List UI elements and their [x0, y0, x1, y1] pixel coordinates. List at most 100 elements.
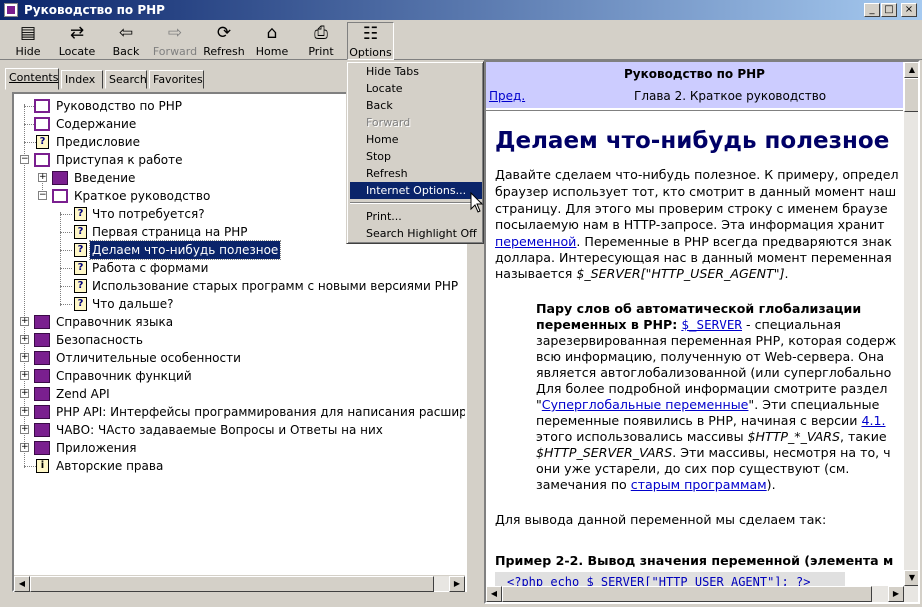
tree-item[interactable]: ? Использование старых программ с новыми…: [14, 277, 464, 295]
minimize-button[interactable]: _: [864, 3, 880, 17]
expand-icon[interactable]: +: [20, 407, 29, 416]
menu-item-search-highlight-off[interactable]: Search Highlight Off: [350, 225, 482, 242]
tree-item[interactable]: + Отличительные особенности: [14, 349, 464, 367]
scroll-right-icon[interactable]: ▶: [449, 576, 465, 592]
prev-link[interactable]: Пред.: [489, 89, 525, 103]
help-page-icon: ?: [74, 297, 87, 311]
content-vertical-scrollbar[interactable]: ▲ ▼: [904, 62, 918, 602]
book-closed-icon: [34, 423, 50, 437]
tree-item[interactable]: + Приложения: [14, 439, 464, 457]
server-link[interactable]: $_SERVER: [681, 317, 742, 332]
tree-item[interactable]: ? Что дальше?: [14, 295, 464, 313]
expand-icon[interactable]: +: [20, 425, 29, 434]
version-link[interactable]: 4.1.: [861, 413, 885, 428]
tree-item[interactable]: + ЧАВО: ЧАсто задаваемые Вопросы и Ответ…: [14, 421, 464, 439]
menu-item-stop[interactable]: Stop: [350, 148, 482, 165]
menu-item-refresh[interactable]: Refresh: [350, 165, 482, 182]
page-navigation-header: Руководство по PHP Пред. Глава 2. Кратко…: [486, 62, 903, 108]
scroll-up-icon[interactable]: ▲: [904, 62, 918, 78]
note-line: $HTTP_SERVER_VARS. Эти массивы, несмотря…: [536, 445, 891, 460]
collapse-icon[interactable]: −: [20, 155, 29, 164]
code-block: <?php echo $_SERVER["HTTP_USER_AGENT"]; …: [495, 572, 845, 586]
home-button[interactable]: ⌂ Home: [254, 22, 290, 60]
expand-icon[interactable]: +: [38, 173, 47, 182]
tree-item[interactable]: ? Работа с формами: [14, 259, 464, 277]
close-button[interactable]: ×: [901, 3, 917, 17]
menu-item-locate[interactable]: Locate: [350, 80, 482, 97]
scroll-left-icon[interactable]: ◀: [14, 576, 30, 592]
tree-item[interactable]: + Справочник функций: [14, 367, 464, 385]
scroll-right-icon[interactable]: ▶: [888, 586, 904, 602]
tab-contents[interactable]: Contents: [5, 68, 59, 90]
scroll-left-icon[interactable]: ◀: [486, 586, 502, 602]
info-page-icon: i: [36, 459, 49, 473]
tree-horizontal-scrollbar[interactable]: ◀ ▶: [14, 575, 465, 592]
book-open-icon: [34, 153, 50, 167]
expand-icon[interactable]: +: [20, 443, 29, 452]
tree-item[interactable]: + Безопасность: [14, 331, 464, 349]
expand-icon[interactable]: +: [20, 371, 29, 380]
scroll-thumb[interactable]: [30, 576, 434, 592]
note-line: зарезервированная переменная PHP, котора…: [536, 333, 897, 348]
content-horizontal-scrollbar[interactable]: ◀ ▶: [486, 586, 904, 602]
tree-item[interactable]: + Zend API: [14, 385, 464, 403]
paragraph-line: посылаемую нам в HTTP-запросе. Эта инфор…: [495, 217, 885, 232]
menu-item-internet-options[interactable]: Internet Options...: [350, 182, 482, 199]
paragraph-line: доллара. Интересующая нас в данный момен…: [495, 250, 892, 265]
book-closed-icon: [34, 387, 50, 401]
note-heading: Пару слов об автоматической глобализации: [536, 301, 862, 316]
tab-search[interactable]: Search: [105, 70, 147, 89]
expand-icon[interactable]: +: [20, 353, 29, 362]
tree-item[interactable]: + PHP API: Интерфейсы программирования д…: [14, 403, 465, 421]
book-closed-icon: [34, 441, 50, 455]
scroll-thumb[interactable]: [904, 78, 918, 112]
old-programs-link[interactable]: старым программам: [631, 477, 767, 492]
menu-item-print[interactable]: Print...: [350, 208, 482, 225]
paragraph-line: называется $_SERVER["HTTP_USER_AGENT"].: [495, 266, 789, 281]
scroll-thumb[interactable]: [502, 586, 872, 602]
tree-item[interactable]: + Справочник языка: [14, 313, 464, 331]
expand-icon[interactable]: +: [20, 335, 29, 344]
maximize-button[interactable]: □: [881, 3, 897, 17]
content-pane: Руководство по PHP Пред. Глава 2. Кратко…: [484, 60, 920, 604]
paragraph-line: страницу. Для этого мы проверим строку с…: [495, 201, 888, 216]
tab-favorites[interactable]: Favorites: [149, 70, 204, 89]
variable-link[interactable]: переменной: [495, 234, 576, 249]
book-open-icon: [34, 117, 50, 131]
book-closed-icon: [34, 351, 50, 365]
refresh-icon: ⟳: [216, 23, 232, 43]
forward-button[interactable]: ⇨ Forward: [152, 22, 198, 60]
options-button[interactable]: ☷ Options: [347, 22, 394, 60]
collapse-icon[interactable]: −: [38, 191, 47, 200]
menu-item-forward[interactable]: Forward: [350, 114, 482, 131]
print-icon: ⎙: [314, 23, 328, 43]
hide-icon: ▤: [19, 23, 37, 43]
window-title: Руководство по PHP: [24, 3, 165, 17]
expand-icon[interactable]: +: [20, 317, 29, 326]
tree-item[interactable]: i Авторские права: [14, 457, 464, 475]
book-closed-icon: [52, 171, 68, 185]
menu-item-home[interactable]: Home: [350, 131, 482, 148]
back-button[interactable]: ⇦ Back: [107, 22, 145, 60]
locate-button[interactable]: ⇄ Locate: [56, 22, 98, 60]
menu-item-back[interactable]: Back: [350, 97, 482, 114]
expand-icon[interactable]: +: [20, 389, 29, 398]
paragraph-line: браузер использует тот, кто смотрит в да…: [495, 184, 897, 199]
note-line: этого использовались массивы $HTTP_*_VAR…: [536, 429, 887, 444]
refresh-button[interactable]: ⟳ Refresh: [202, 22, 246, 60]
tab-index[interactable]: Index: [61, 70, 103, 89]
print-button[interactable]: ⎙ Print: [303, 22, 339, 60]
hide-button[interactable]: ▤ Hide: [9, 22, 47, 60]
menu-item-hide-tabs[interactable]: Hide Tabs: [350, 63, 482, 80]
chapter-title: Глава 2. Краткое руководство: [634, 89, 827, 103]
scroll-down-icon[interactable]: ▼: [904, 570, 918, 586]
page-title: Делаем что-нибудь полезное: [495, 128, 890, 154]
note-line: является автоглобализованной (или суперг…: [536, 365, 892, 380]
book-closed-icon: [34, 315, 50, 329]
help-page-icon: ?: [74, 225, 87, 239]
paragraph-line: переменной. Переменные в PHP всегда пред…: [495, 234, 893, 249]
superglobals-link[interactable]: Суперглобальные переменные: [542, 397, 749, 412]
divider: [486, 110, 903, 111]
book-closed-icon: [34, 369, 50, 383]
note-line: Для более подробной информации смотрите …: [536, 381, 888, 396]
